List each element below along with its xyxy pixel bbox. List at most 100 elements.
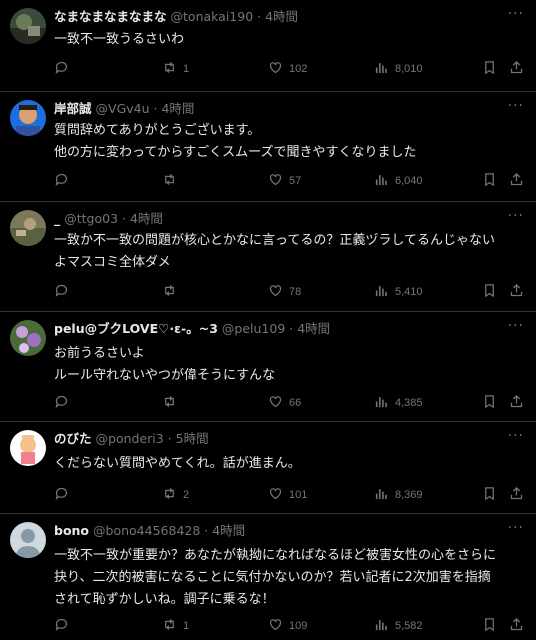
avatar[interactable] — [10, 210, 46, 246]
like-button[interactable]: 66 — [268, 394, 301, 412]
reply-button[interactable] — [54, 172, 69, 190]
views-count: 5,582 — [395, 620, 423, 632]
share-button[interactable] — [509, 172, 524, 190]
author-name[interactable]: なまなまなまなまな — [54, 9, 167, 24]
retweet-icon — [162, 60, 177, 78]
tweet-text: 一致不一致うるさいわ — [54, 32, 185, 47]
retweet-icon — [162, 283, 177, 301]
views-button[interactable]: 4,385 — [374, 394, 423, 412]
reply-tweet[interactable]: なまなまなまなまな @tonakai190 · 4時間 ··· 一致不一致うるさい… — [0, 0, 536, 92]
reply-button[interactable] — [54, 283, 69, 301]
views-count: 8,010 — [395, 63, 423, 75]
bookmark-icon — [482, 283, 497, 301]
views-button[interactable]: 8,010 — [374, 60, 423, 78]
reply-tweet[interactable]: 岸部誠 @VGv4u · 4時間 ··· 質問辞めてありがとうございます。 他の方… — [0, 92, 536, 202]
share-icon — [509, 394, 524, 412]
action-bar: 66 4,385 — [54, 394, 526, 412]
bookmark-button[interactable] — [482, 486, 497, 504]
share-icon — [509, 60, 524, 78]
more-icon[interactable]: ··· — [508, 428, 524, 444]
like-count: 78 — [289, 286, 302, 298]
heart-icon — [268, 394, 283, 412]
author-name[interactable]: のびた — [54, 431, 92, 446]
bookmark-icon — [482, 394, 497, 412]
like-button[interactable]: 109 — [268, 617, 307, 635]
retweet-icon — [162, 486, 177, 504]
more-icon[interactable]: ··· — [508, 6, 524, 22]
heart-icon — [268, 60, 283, 78]
like-button[interactable]: 78 — [268, 283, 301, 301]
share-button[interactable] — [509, 394, 524, 412]
author-handle-time[interactable]: @VGv4u · 4時間 — [96, 101, 195, 116]
avatar[interactable] — [10, 100, 46, 136]
author-handle-time[interactable]: @pelu109 · 4時間 — [222, 321, 330, 336]
author-handle-time[interactable]: @ponderi3 · 5時間 — [96, 431, 209, 446]
avatar[interactable] — [10, 430, 46, 466]
views-icon — [374, 283, 389, 301]
author-name[interactable]: pelu@ブクLOVE♡·ε-。~3 — [54, 321, 218, 336]
share-button[interactable] — [509, 60, 524, 78]
heart-icon — [268, 486, 283, 504]
like-button[interactable]: 57 — [268, 172, 301, 190]
retweet-button[interactable]: 1 — [162, 60, 189, 78]
author-name[interactable]: 岸部誠 — [54, 101, 92, 116]
retweet-button[interactable] — [162, 283, 183, 301]
author-name[interactable]: _ — [54, 211, 60, 226]
action-bar: 1 102 8,010 — [54, 60, 526, 78]
reply-icon — [54, 283, 69, 301]
views-count: 6,040 — [395, 175, 423, 187]
retweet-button[interactable]: 2 — [162, 486, 189, 504]
views-button[interactable]: 5,582 — [374, 617, 423, 635]
retweet-count: 2 — [183, 489, 190, 501]
views-count: 4,385 — [395, 397, 423, 409]
more-icon[interactable]: ··· — [508, 208, 524, 224]
like-button[interactable]: 102 — [268, 60, 307, 78]
reply-button[interactable] — [54, 617, 69, 635]
reply-button[interactable] — [54, 394, 69, 412]
views-icon — [374, 394, 389, 412]
like-count: 57 — [289, 175, 302, 187]
more-icon[interactable]: ··· — [508, 520, 524, 536]
retweet-button[interactable]: 1 — [162, 617, 189, 635]
reply-button[interactable] — [54, 486, 69, 504]
share-button[interactable] — [509, 486, 524, 504]
reply-tweet[interactable]: _ @ttgo03 · 4時間 ··· 一致か不一致の問題が核心とかなに言ってるの… — [0, 202, 536, 312]
retweet-icon — [162, 172, 177, 190]
reply-tweet[interactable]: のびた @ponderi3 · 5時間 ··· くだらない質問やめてくれ。話が進ま… — [0, 422, 536, 514]
bookmark-button[interactable] — [482, 617, 497, 635]
avatar[interactable] — [10, 8, 46, 44]
avatar[interactable] — [10, 320, 46, 356]
views-icon — [374, 172, 389, 190]
bookmark-button[interactable] — [482, 283, 497, 301]
author-handle-time[interactable]: @ttgo03 · 4時間 — [64, 211, 163, 226]
avatar[interactable] — [10, 522, 46, 558]
author-handle-time[interactable]: @bono44568428 · 4時間 — [93, 523, 245, 538]
author-handle-time[interactable]: @tonakai190 · 4時間 — [171, 9, 299, 24]
bookmark-button[interactable] — [482, 394, 497, 412]
views-button[interactable]: 6,040 — [374, 172, 423, 190]
tweet-text: お前うるさいよ ルール守れないやつが偉そうにすんな — [54, 346, 276, 383]
like-button[interactable]: 101 — [268, 486, 307, 504]
bookmark-button[interactable] — [482, 60, 497, 78]
reply-tweet[interactable]: bono @bono44568428 · 4時間 ··· 一致不一致が重要か？あな… — [0, 514, 536, 640]
more-icon[interactable]: ··· — [508, 98, 524, 114]
reply-tweet[interactable]: pelu@ブクLOVE♡·ε-。~3 @pelu109 · 4時間 ··· お前う… — [0, 312, 536, 422]
retweet-button[interactable] — [162, 394, 183, 412]
author-name[interactable]: bono — [54, 523, 89, 538]
bookmark-icon — [482, 617, 497, 635]
views-count: 8,369 — [395, 489, 423, 501]
share-button[interactable] — [509, 617, 524, 635]
views-button[interactable]: 8,369 — [374, 486, 423, 504]
reply-icon — [54, 394, 69, 412]
retweet-button[interactable] — [162, 172, 183, 190]
retweet-count: 1 — [183, 63, 190, 75]
bookmark-button[interactable] — [482, 172, 497, 190]
more-icon[interactable]: ··· — [508, 318, 524, 334]
views-button[interactable]: 5,410 — [374, 283, 423, 301]
share-button[interactable] — [509, 283, 524, 301]
reply-button[interactable] — [54, 60, 69, 78]
bookmark-icon — [482, 60, 497, 78]
tweet-text: 一致不一致が重要か？あなたが執拗になればなるほど被害女性の心をさらに 抉り、二次… — [54, 548, 497, 607]
reply-feed: なまなまなまなまな @tonakai190 · 4時間 ··· 一致不一致うるさい… — [0, 0, 536, 640]
share-icon — [509, 486, 524, 504]
